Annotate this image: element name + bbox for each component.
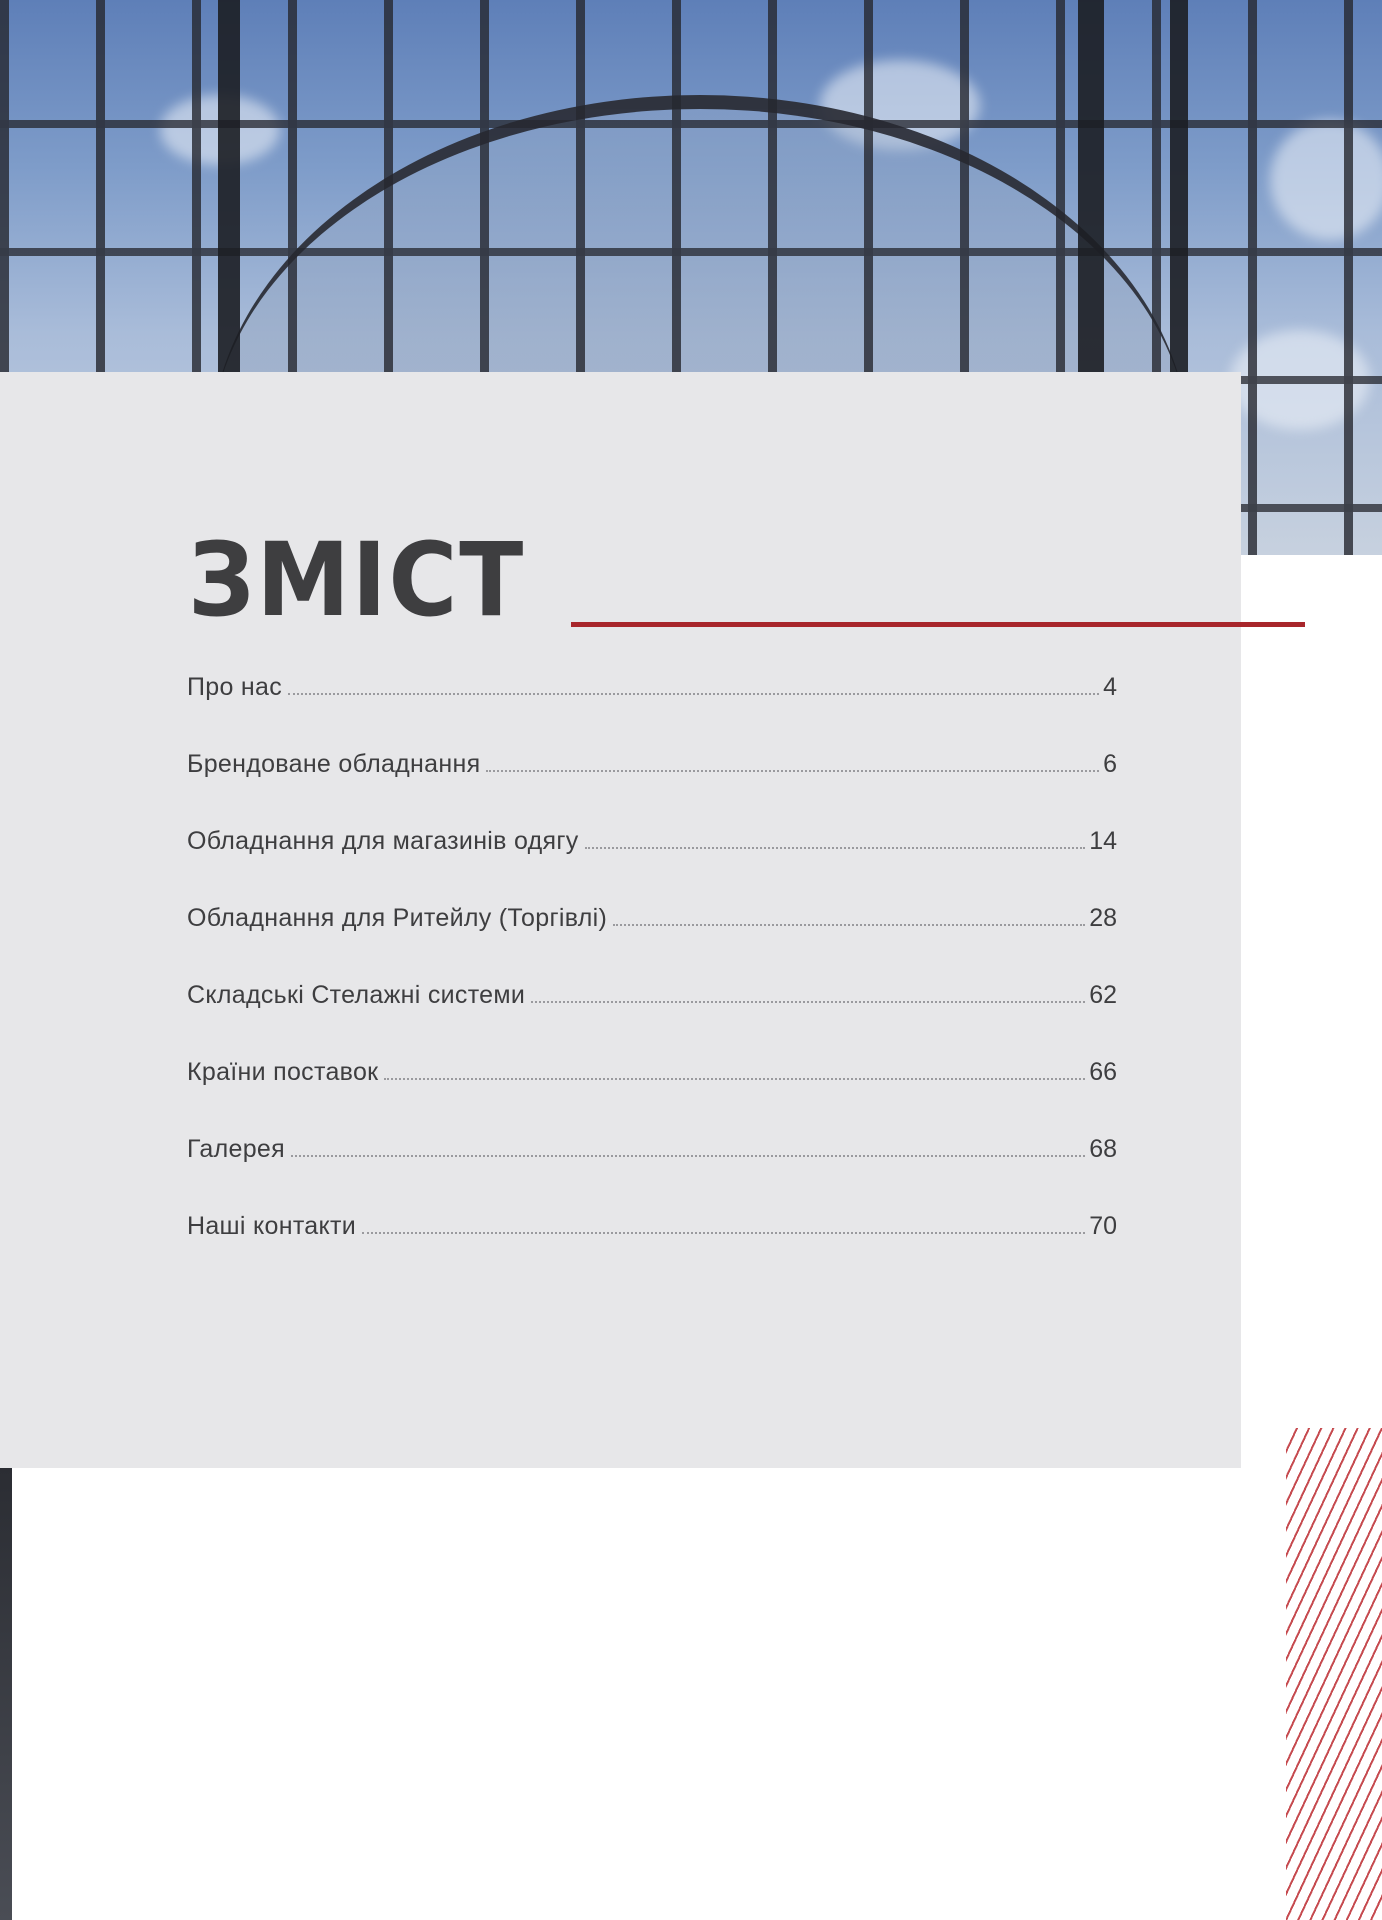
toc-dot-leader	[531, 1001, 1086, 1003]
toc-entry-label: Брендоване обладнання	[187, 750, 481, 778]
toc-entry-label: Обладнання для магазинів одягу	[187, 827, 579, 855]
toc-entry-label: Галерея	[187, 1135, 285, 1163]
toc-entry-page: 6	[1103, 750, 1117, 778]
toc-entry-page: 66	[1089, 1058, 1117, 1086]
toc-entry-page: 28	[1089, 904, 1117, 932]
toc-entry-label: Країни поставок	[187, 1058, 379, 1086]
toc-entry-retail[interactable]: Обладнання для Ритейлу (Торгівлі) 28	[187, 856, 1117, 933]
toc-dot-leader	[486, 770, 1100, 772]
table-of-contents: Про нас 4 Брендоване обладнання 6 Обладн…	[187, 660, 1117, 1241]
toc-entry-gallery[interactable]: Галерея 68	[187, 1087, 1117, 1164]
toc-entry-label: Обладнання для Ритейлу (Торгівлі)	[187, 904, 608, 932]
toc-entry-page: 14	[1089, 827, 1117, 855]
toc-entry-label: Про нас	[187, 673, 283, 701]
toc-entry-page: 4	[1103, 673, 1117, 701]
toc-dot-leader	[288, 693, 1100, 695]
toc-entry-branded-equipment[interactable]: Брендоване обладнання 6	[187, 702, 1117, 779]
toc-entry-warehouse-racks[interactable]: Складські Стелажні системи 62	[187, 933, 1117, 1010]
toc-entry-contacts[interactable]: Наші контакти 70	[187, 1164, 1117, 1241]
toc-dot-leader	[384, 1078, 1086, 1080]
left-edge-strip	[0, 1468, 12, 1920]
toc-entry-label: Наші контакти	[187, 1212, 357, 1240]
toc-dot-leader	[613, 924, 1086, 926]
toc-entry-page: 70	[1089, 1212, 1117, 1240]
toc-entry-page: 68	[1089, 1135, 1117, 1163]
red-hatch-decoration	[1286, 1428, 1382, 1920]
toc-entry-page: 62	[1089, 981, 1117, 1009]
toc-entry-about[interactable]: Про нас 4	[187, 660, 1117, 702]
title-accent-line	[571, 622, 1305, 627]
toc-entry-clothing-stores[interactable]: Обладнання для магазинів одягу 14	[187, 779, 1117, 856]
toc-entry-label: Складські Стелажні системи	[187, 981, 526, 1009]
page-title: ЗМІСТ	[188, 521, 526, 640]
toc-entry-supply-countries[interactable]: Країни поставок 66	[187, 1010, 1117, 1087]
toc-dot-leader	[290, 1155, 1086, 1157]
toc-dot-leader	[584, 847, 1086, 849]
toc-dot-leader	[362, 1232, 1086, 1234]
